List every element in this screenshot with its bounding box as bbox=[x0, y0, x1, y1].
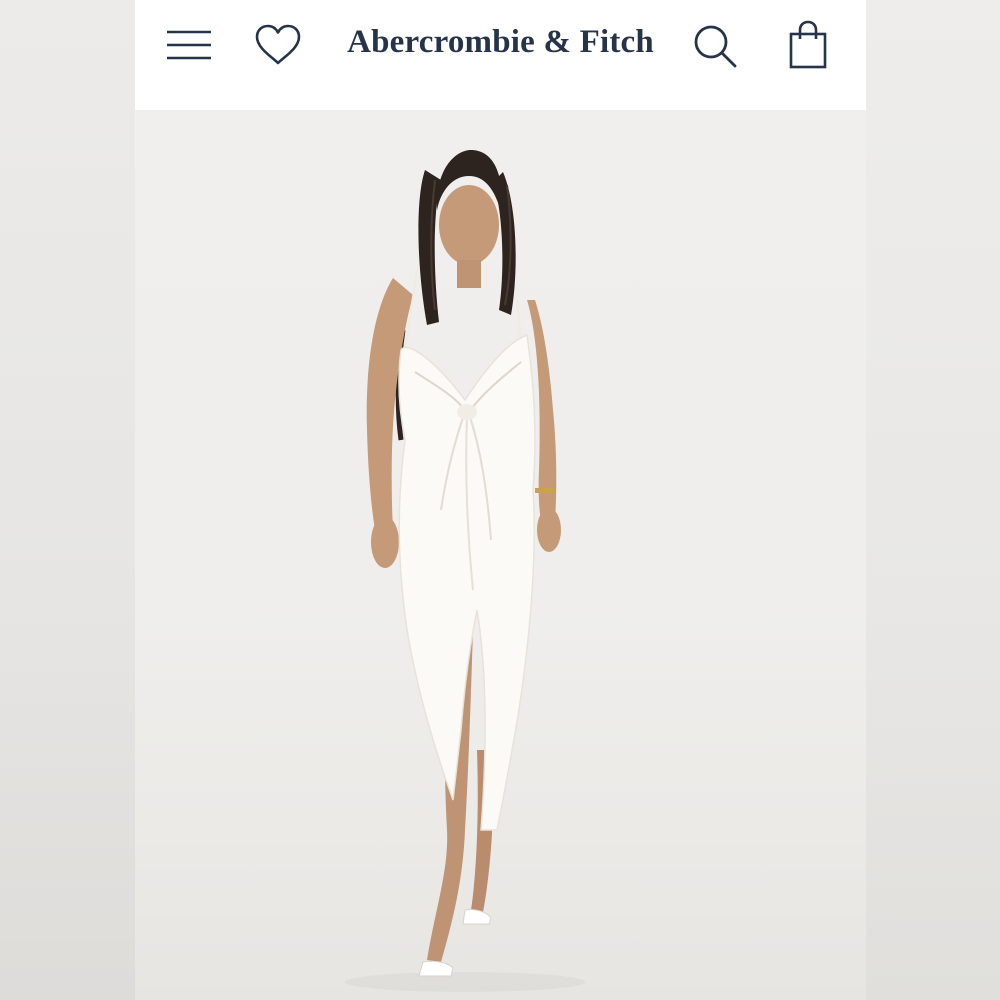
model-photo-illustration bbox=[345, 150, 585, 992]
menu-icon bbox=[167, 30, 211, 60]
search-icon bbox=[694, 25, 737, 68]
heart-icon bbox=[255, 24, 301, 65]
search-button[interactable] bbox=[691, 22, 739, 70]
menu-button[interactable] bbox=[163, 24, 215, 66]
wishlist-button[interactable] bbox=[253, 22, 303, 68]
phone-screen: Abercrombie & Fitch bbox=[135, 0, 866, 1000]
background-blur-left bbox=[0, 0, 135, 1000]
site-header: Abercrombie & Fitch bbox=[135, 0, 866, 110]
product-hero-image[interactable] bbox=[135, 110, 866, 1000]
background-blur-right bbox=[866, 0, 1000, 1000]
brand-logo[interactable]: Abercrombie & Fitch bbox=[347, 20, 654, 64]
model-head bbox=[436, 150, 502, 288]
shopping-bag-button[interactable] bbox=[785, 20, 831, 70]
shopping-bag-icon bbox=[789, 20, 827, 69]
white-sandals bbox=[418, 909, 492, 977]
